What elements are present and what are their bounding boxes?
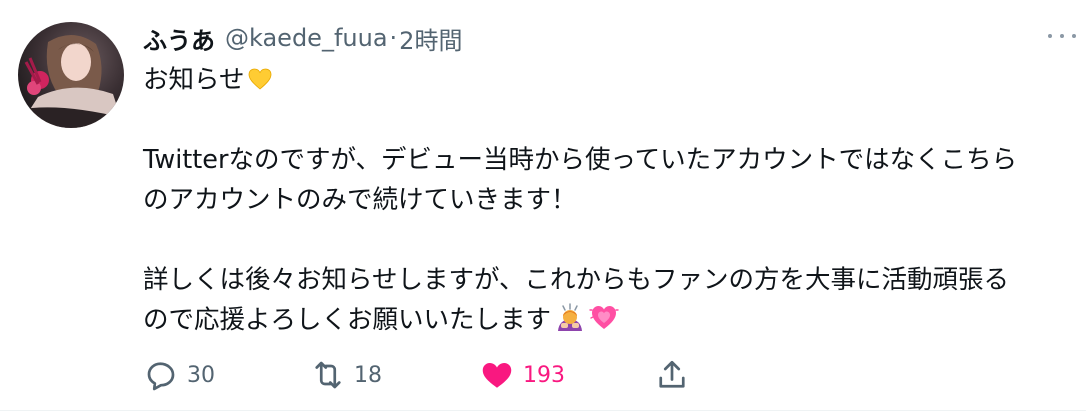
tweet[interactable]: ふうあ @kaede_fuua · 2時間 お知らせ Twitterなのですが、… <box>0 0 1086 411</box>
avatar[interactable] <box>18 22 124 128</box>
retweet-icon <box>315 361 341 389</box>
divider <box>0 410 1086 411</box>
author-handle[interactable]: @kaede_fuua <box>225 24 388 52</box>
share-button[interactable] <box>654 356 690 394</box>
tweet-text-segment: お知らせ <box>143 65 245 95</box>
heart-filled-icon <box>482 363 512 388</box>
tweet-timestamp[interactable]: 2時間 <box>399 21 462 56</box>
reply-button[interactable]: 30 <box>143 356 215 394</box>
tweet-text-segment: ので応援よろしくお願いいたします <box>143 305 552 335</box>
tweet-header: ふうあ @kaede_fuua · 2時間 <box>143 18 462 58</box>
tweet-text-line: 詳しくは後々お知らせしますが、これからもファンの方を大事に活動頑張る <box>143 265 1009 295</box>
retweet-button[interactable]: 18 <box>310 356 382 394</box>
reply-count: 30 <box>187 362 215 388</box>
tweet-text-line: お知らせ <box>143 60 1073 100</box>
tweet-text-line: Twitterなのですが、デビュー当時から使っていたアカウントではなくこちら <box>143 145 1018 175</box>
tweet-text: お知らせ Twitterなのですが、デビュー当時から使っていたアカウントではなく… <box>143 60 1073 340</box>
tweet-text-line: のアカウントのみで続けていきます！ <box>143 185 577 215</box>
more-options-icon[interactable] <box>1048 30 1076 42</box>
retweet-count: 18 <box>354 362 382 388</box>
share-icon <box>659 360 685 388</box>
separator-dot: · <box>389 24 398 52</box>
reply-icon <box>147 362 175 391</box>
tweet-text-line: ので応援よろしくお願いいたします <box>143 300 1073 340</box>
yellow-heart-icon <box>248 68 271 90</box>
growing-heart-icon <box>589 306 619 329</box>
person-bowing-icon <box>558 303 583 331</box>
like-count: 193 <box>523 362 565 388</box>
author-display-name[interactable]: ふうあ <box>143 21 215 56</box>
tweet-actions: 30 18 193 <box>143 356 1043 394</box>
like-button[interactable]: 193 <box>479 356 565 394</box>
